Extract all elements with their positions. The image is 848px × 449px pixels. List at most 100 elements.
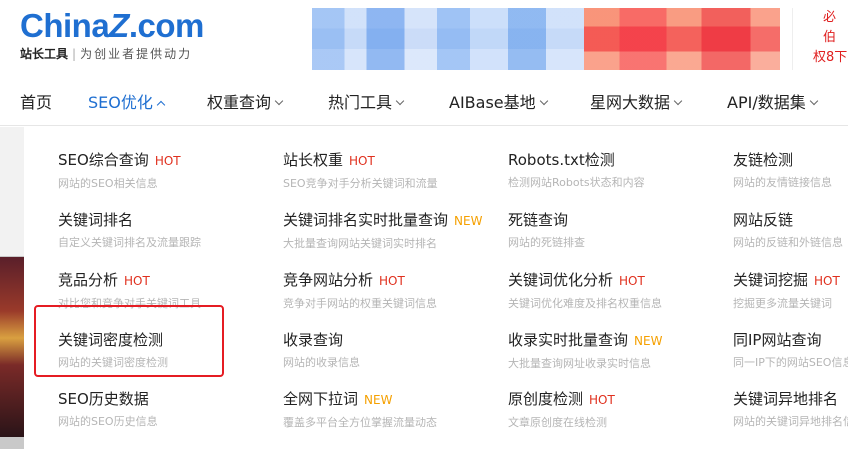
menu-item-title: 关键词排名实时批量查询 NEW bbox=[283, 210, 503, 231]
menu-item-index-query[interactable]: 收录查询 网站的收录信息 bbox=[283, 330, 503, 371]
menu-item-label: 关键词异地排名 bbox=[733, 390, 839, 408]
chevron-down-icon bbox=[274, 96, 284, 106]
menu-item-label: 关键词挖掘 bbox=[733, 271, 809, 289]
menu-item-desc: 挖掘更多流量关键词 bbox=[733, 297, 832, 310]
menu-item-title: 同IP网站查询 bbox=[733, 330, 848, 350]
menu-item-keyword-mining[interactable]: 关键词挖掘 HOT 挖掘更多流量关键词 bbox=[733, 270, 848, 312]
menu-item-seo-overview[interactable]: SEO综合查询 HOT 网站的SEO相关信息 bbox=[58, 150, 278, 192]
banner-ad-blurred-blue[interactable] bbox=[312, 8, 584, 70]
new-badge: NEW bbox=[634, 334, 663, 348]
menu-item-desc: 覆盖多平台全方位掌握流量动态 bbox=[283, 416, 437, 429]
nav-hot-tools[interactable]: 热门工具 bbox=[328, 92, 405, 114]
menu-item-title: 竞争网站分析 HOT bbox=[283, 270, 503, 291]
menu-item-title: 收录查询 bbox=[283, 330, 503, 350]
nav-star-data[interactable]: 星网大数据 bbox=[590, 92, 683, 114]
menu-item-label: 关键词优化分析 bbox=[508, 271, 614, 289]
hot-badge: HOT bbox=[814, 274, 840, 288]
menu-item-label: 站长权重 bbox=[283, 151, 344, 169]
logo-separator: | bbox=[72, 47, 77, 61]
logo-slogan: 为创业者提供动力 bbox=[80, 47, 193, 61]
menu-item-title: 收录实时批量查询 NEW bbox=[508, 330, 728, 351]
menu-item-competing-site[interactable]: 竞争网站分析 HOT 竞争对手网站的权重关键词信息 bbox=[283, 270, 503, 312]
menu-item-index-batch[interactable]: 收录实时批量查询 NEW 大批量查询网址收录实时信息 bbox=[508, 330, 728, 372]
banner-ad-blurred-red[interactable] bbox=[584, 8, 780, 70]
menu-item-keyword-rank-batch[interactable]: 关键词排名实时批量查询 NEW 大批量查询网站关键词实时排名 bbox=[283, 210, 503, 252]
menu-item-same-ip[interactable]: 同IP网站查询 同一IP下的网站SEO信息 bbox=[733, 330, 848, 371]
menu-item-label: SEO综合查询 bbox=[58, 151, 149, 169]
hot-badge: HOT bbox=[589, 393, 615, 407]
menu-item-title: 网站反链 bbox=[733, 210, 848, 230]
nav-label: 星网大数据 bbox=[590, 93, 671, 112]
new-badge: NEW bbox=[454, 214, 483, 228]
menu-item-dead-link[interactable]: 死链查询 网站的死链排查 bbox=[508, 210, 728, 251]
menu-item-desc: SEO竞争对手分析关键词和流量 bbox=[283, 177, 438, 190]
menu-item-title: 关键词优化分析 HOT bbox=[508, 270, 728, 291]
site-header: ChinaZ.com 站长工具 | 为创业者提供动力 必伯 权8下 bbox=[0, 0, 848, 80]
menu-item-originality[interactable]: 原创度检测 HOT 文章原创度在线检测 bbox=[508, 389, 728, 431]
menu-item-desc: 网站的SEO相关信息 bbox=[58, 177, 158, 190]
nav-label: AIBase基地 bbox=[449, 93, 536, 112]
menu-item-label: 关键词排名实时批量查询 bbox=[283, 211, 449, 229]
hot-badge: HOT bbox=[379, 274, 405, 288]
menu-item-robots-check[interactable]: Robots.txt检测 检测网站Robots状态和内容 bbox=[508, 150, 728, 191]
menu-item-title: SEO综合查询 HOT bbox=[58, 150, 278, 171]
seo-dropdown-menu: SEO综合查询 HOT 网站的SEO相关信息 关键词排名 自定义关键词排名及流量跟… bbox=[24, 127, 848, 449]
hot-badge: HOT bbox=[349, 154, 375, 168]
menu-item-label: Robots.txt检测 bbox=[508, 151, 615, 169]
menu-item-keyword-rank[interactable]: 关键词排名 自定义关键词排名及流量跟踪 bbox=[58, 210, 278, 251]
nav-weight-query[interactable]: 权重查询 bbox=[207, 92, 284, 114]
nav-seo[interactable]: SEO优化 bbox=[88, 92, 166, 114]
nav-api-dataset[interactable]: API/数据集 bbox=[727, 92, 818, 114]
nav-aibase[interactable]: AIBase基地 bbox=[449, 92, 548, 114]
menu-item-label: SEO历史数据 bbox=[58, 390, 149, 408]
menu-item-site-weight[interactable]: 站长权重 HOT SEO竞争对手分析关键词和流量 bbox=[283, 150, 503, 192]
hot-badge: HOT bbox=[124, 274, 150, 288]
menu-item-title: 友链检测 bbox=[733, 150, 848, 170]
logo-text-main: China bbox=[20, 7, 110, 44]
menu-item-title: 原创度检测 HOT bbox=[508, 389, 728, 410]
menu-item-dropdown-words[interactable]: 全网下拉词 NEW 覆盖多平台全方位掌握流量动态 bbox=[283, 389, 503, 431]
menu-item-friend-link[interactable]: 友链检测 网站的友情链接信息 bbox=[733, 150, 848, 191]
menu-item-desc: 关键词优化难度及排名权重信息 bbox=[508, 297, 662, 310]
hot-badge: HOT bbox=[619, 274, 645, 288]
menu-item-desc: 检测网站Robots状态和内容 bbox=[508, 176, 645, 189]
logo-sub-title: 站长工具 bbox=[20, 47, 69, 61]
menu-item-remote-rank[interactable]: 关键词异地排名 网站的关键词异地排名信息 bbox=[733, 389, 848, 430]
menu-item-label: 网站反链 bbox=[733, 211, 794, 229]
side-note-line1: 必伯 bbox=[823, 10, 837, 45]
menu-item-label: 友链检测 bbox=[733, 151, 794, 169]
nav-label: SEO优化 bbox=[88, 93, 153, 112]
menu-item-title: 全网下拉词 NEW bbox=[283, 389, 503, 410]
highlight-box bbox=[34, 305, 224, 377]
menu-item-label: 死链查询 bbox=[508, 211, 569, 229]
menu-item-desc: 竞争对手网站的权重关键词信息 bbox=[283, 297, 437, 310]
nav-home[interactable]: 首页 bbox=[20, 92, 52, 114]
background-strip bbox=[0, 127, 24, 449]
menu-item-title: 竞品分析 HOT bbox=[58, 270, 278, 291]
menu-item-label: 竞争网站分析 bbox=[283, 271, 374, 289]
menu-item-label: 原创度检测 bbox=[508, 390, 584, 408]
logo-text-z: Z bbox=[109, 7, 129, 44]
nav-label: API/数据集 bbox=[727, 93, 806, 112]
hot-badge: HOT bbox=[154, 154, 181, 168]
menu-item-desc: 自定义关键词排名及流量跟踪 bbox=[58, 236, 201, 249]
menu-item-desc: 网站的死链排查 bbox=[508, 236, 585, 249]
background-image-glow bbox=[0, 257, 24, 437]
header-side-note[interactable]: 必伯 权8下 bbox=[792, 8, 848, 70]
chevron-down-icon bbox=[809, 96, 818, 106]
menu-item-desc: 大批量查询网址收录实时信息 bbox=[508, 357, 651, 370]
menu-item-desc: 网站的收录信息 bbox=[283, 356, 360, 369]
menu-item-title: 关键词异地排名 bbox=[733, 389, 848, 409]
site-logo[interactable]: ChinaZ.com 站长工具 | 为创业者提供动力 bbox=[20, 8, 204, 62]
menu-item-title: 关键词挖掘 HOT bbox=[733, 270, 848, 291]
menu-item-seo-history[interactable]: SEO历史数据 网站的SEO历史信息 bbox=[58, 389, 278, 430]
menu-item-desc: 同一IP下的网站SEO信息 bbox=[733, 356, 848, 369]
side-note-line2: 权8下 bbox=[813, 50, 848, 65]
menu-item-backlinks[interactable]: 网站反链 网站的反链和外链信息 bbox=[733, 210, 848, 251]
nav-label: 首页 bbox=[20, 93, 53, 112]
menu-item-desc: 网站的SEO历史信息 bbox=[58, 415, 158, 428]
menu-item-keyword-optimization[interactable]: 关键词优化分析 HOT 关键词优化难度及排名权重信息 bbox=[508, 270, 728, 312]
menu-item-label: 同IP网站查询 bbox=[733, 331, 822, 349]
menu-item-title: 死链查询 bbox=[508, 210, 728, 230]
menu-item-label: 竞品分析 bbox=[58, 271, 119, 289]
